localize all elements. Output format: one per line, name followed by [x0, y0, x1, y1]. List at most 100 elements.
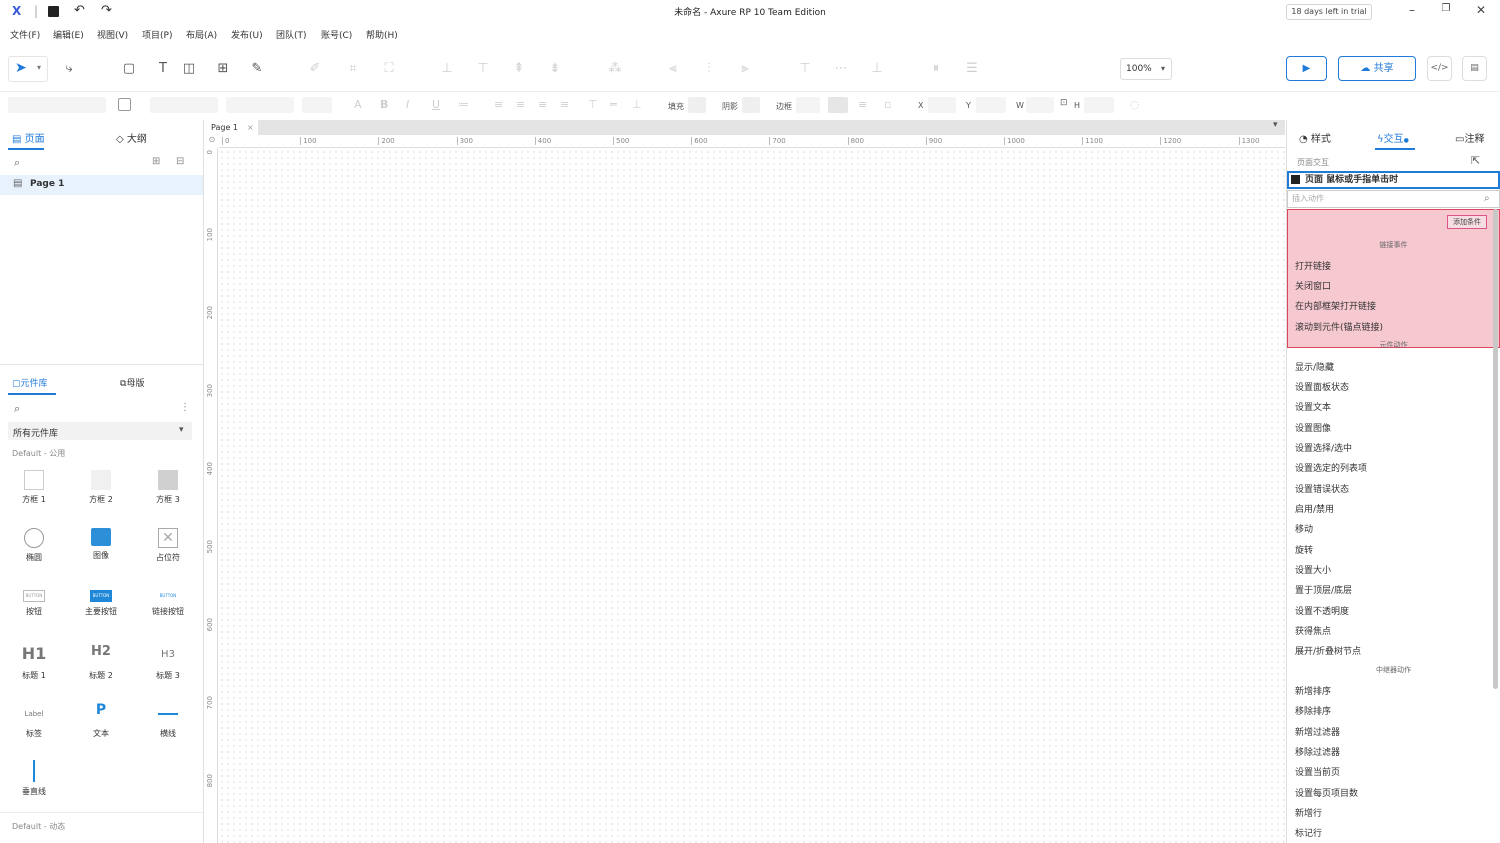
action-set-text[interactable]: 设置文本 [1295, 400, 1331, 413]
widget-link-button[interactable]: BUTTON 链接按钮 [138, 590, 198, 617]
w-field[interactable] [1026, 97, 1054, 113]
more-icon[interactable]: ⋮ [180, 402, 190, 413]
distribute-h-icon[interactable]: ⏸ [927, 60, 945, 78]
table-icon[interactable]: ⊞ [214, 60, 232, 78]
widget-box3[interactable]: 方框 3 [138, 470, 198, 505]
bold-icon[interactable]: B [380, 98, 388, 111]
fill-color-swatch[interactable] [688, 97, 706, 113]
popout-icon[interactable]: ⇱ [1471, 154, 1480, 167]
action-add-filter[interactable]: 新增过滤器 [1295, 725, 1340, 738]
search-icon[interactable]: ⌕ [14, 402, 20, 416]
tab-page1[interactable]: Page 1 × [205, 120, 258, 135]
widget-button[interactable]: BUTTON 按钮 [4, 590, 64, 617]
lock-icon[interactable]: ⊡ [1060, 98, 1068, 108]
widget-ellipse[interactable]: 椭圆 [4, 528, 64, 563]
crop-icon[interactable]: ⌗ [344, 60, 362, 78]
send-back-icon[interactable]: ⇟ [546, 60, 564, 78]
rectangle-icon[interactable]: ▢ [120, 60, 138, 78]
tab-notes[interactable]: ▭注释 [1455, 130, 1484, 145]
y-field[interactable] [976, 97, 1006, 113]
action-set-current-page[interactable]: 设置当前页 [1295, 765, 1340, 778]
minimize-icon[interactable]: – [1402, 3, 1422, 21]
tab-pages[interactable]: ▤ 页面 [12, 130, 45, 145]
align-middle-icon[interactable]: ⋯ [832, 60, 850, 78]
pointer-icon[interactable]: ➤ [15, 60, 27, 76]
action-mark-row[interactable]: 标记行 [1295, 826, 1322, 839]
menu-edit[interactable]: 编辑(E) [53, 28, 84, 41]
valign-bottom-icon[interactable]: ⊥ [632, 98, 642, 111]
action-remove-filter[interactable]: 移除过滤器 [1295, 745, 1340, 758]
page-row[interactable]: ▤ Page 1 [0, 175, 203, 195]
distribute-v-icon[interactable]: ☰ [963, 60, 981, 78]
tab-style[interactable]: ◔ 样式 [1299, 130, 1331, 145]
close-tab-icon[interactable]: × [247, 120, 254, 135]
tab-libraries[interactable]: ▢元件库 [12, 376, 48, 389]
text-align-center-icon[interactable]: ≡ [516, 98, 525, 111]
align-center-icon[interactable]: ⫶ [700, 60, 718, 78]
menu-layout[interactable]: 布局(A) [186, 28, 217, 41]
action-expand-tree[interactable]: 展开/折叠树节点 [1295, 644, 1361, 657]
add-condition-button[interactable]: 添加条件 [1447, 215, 1487, 229]
hotspot-icon[interactable]: ◫ [180, 60, 198, 78]
font-color-icon[interactable]: A [354, 98, 362, 111]
menu-account[interactable]: 账号(C) [321, 28, 352, 41]
align-top-icon[interactable]: ⊤ [796, 60, 814, 78]
action-add-row[interactable]: 新增行 [1295, 806, 1322, 819]
widget-image[interactable]: 图像 [71, 528, 131, 561]
add-folder-icon[interactable]: ⊟ [176, 156, 184, 167]
tab-outline[interactable]: ◇ 大纲 [116, 130, 147, 145]
library-select[interactable]: 所有元件库 ▾ [8, 422, 192, 440]
group-icon[interactable]: ⊥ [438, 60, 456, 78]
share-button[interactable]: ☁ 共享 [1338, 56, 1416, 81]
action-set-list-item[interactable]: 设置选定的列表项 [1295, 461, 1367, 474]
border-width-field[interactable] [796, 97, 820, 113]
list-icon[interactable]: ≔ [458, 98, 469, 111]
action-add-sort[interactable]: 新增排序 [1295, 684, 1331, 697]
trial-badge[interactable]: 18 days left in trial [1286, 4, 1372, 20]
widget-vline[interactable]: 垂直线 [4, 760, 64, 797]
italic-icon[interactable]: I [406, 98, 409, 111]
menu-project[interactable]: 项目(P) [142, 28, 172, 41]
widget-placeholder[interactable]: ✕ 占位符 [138, 528, 198, 563]
style-select[interactable] [150, 97, 218, 113]
widget-box2[interactable]: 方框 2 [71, 470, 131, 505]
section-dynamic[interactable]: Default - 动态 [12, 821, 65, 832]
action-remove-sort[interactable]: 移除排序 [1295, 704, 1331, 717]
menu-view[interactable]: 视图(V) [97, 28, 128, 41]
ruler-corner-icon[interactable]: ⊙ [205, 135, 219, 148]
text-align-left-icon[interactable]: ≡ [494, 98, 503, 111]
action-set-image[interactable]: 设置图像 [1295, 421, 1331, 434]
widget-h3[interactable]: H3 标题 3 [138, 644, 198, 681]
widget-text[interactable]: P 文本 [71, 702, 131, 739]
action-search-input[interactable]: 插入动作 ⌕ [1287, 190, 1500, 208]
chevron-down-icon[interactable]: ▾ [37, 63, 41, 72]
align-bottom-icon[interactable]: ⊥ [868, 60, 886, 78]
action-set-panel-state[interactable]: 设置面板状态 [1295, 380, 1349, 393]
action-enable-disable[interactable]: 启用/禁用 [1295, 502, 1334, 515]
border-color-swatch[interactable] [828, 97, 848, 113]
section-default[interactable]: Default - 公用 [12, 448, 65, 459]
underline-icon[interactable]: U [432, 98, 440, 111]
valign-middle-icon[interactable]: ═ [610, 98, 617, 111]
action-focus[interactable]: 获得焦点 [1295, 624, 1331, 637]
maximize-icon[interactable]: ❐ [1436, 3, 1456, 21]
action-set-opacity[interactable]: 设置不透明度 [1295, 604, 1349, 617]
valign-top-icon[interactable]: ⊤ [588, 98, 598, 111]
zoom-select[interactable]: 100% ▾ [1120, 58, 1172, 80]
grid-snap-icon[interactable]: ⁂ [606, 60, 624, 78]
action-set-items-per-page[interactable]: 设置每页项目数 [1295, 786, 1358, 799]
canvas-grid[interactable] [219, 149, 1285, 843]
action-bring-front-back[interactable]: 置于顶层/底层 [1295, 583, 1352, 596]
connector-icon[interactable]: ⤷ [60, 60, 78, 78]
transform-icon[interactable]: ⛶ [380, 60, 398, 78]
search-icon[interactable]: ⌕ [14, 156, 20, 170]
border-style-icon[interactable]: ≡ [858, 98, 867, 111]
preview-button[interactable]: ▶ [1286, 56, 1327, 81]
text-justify-icon[interactable]: ≡ [560, 98, 569, 111]
menu-team[interactable]: 团队(T) [276, 28, 307, 41]
widget-h1[interactable]: H1 标题 1 [4, 644, 64, 681]
select-tool-group[interactable]: ➤ ▾ [8, 56, 48, 82]
action-set-size[interactable]: 设置大小 [1295, 563, 1331, 576]
action-show-hide[interactable]: 显示/隐藏 [1295, 360, 1334, 373]
shadow-swatch[interactable] [742, 97, 760, 113]
